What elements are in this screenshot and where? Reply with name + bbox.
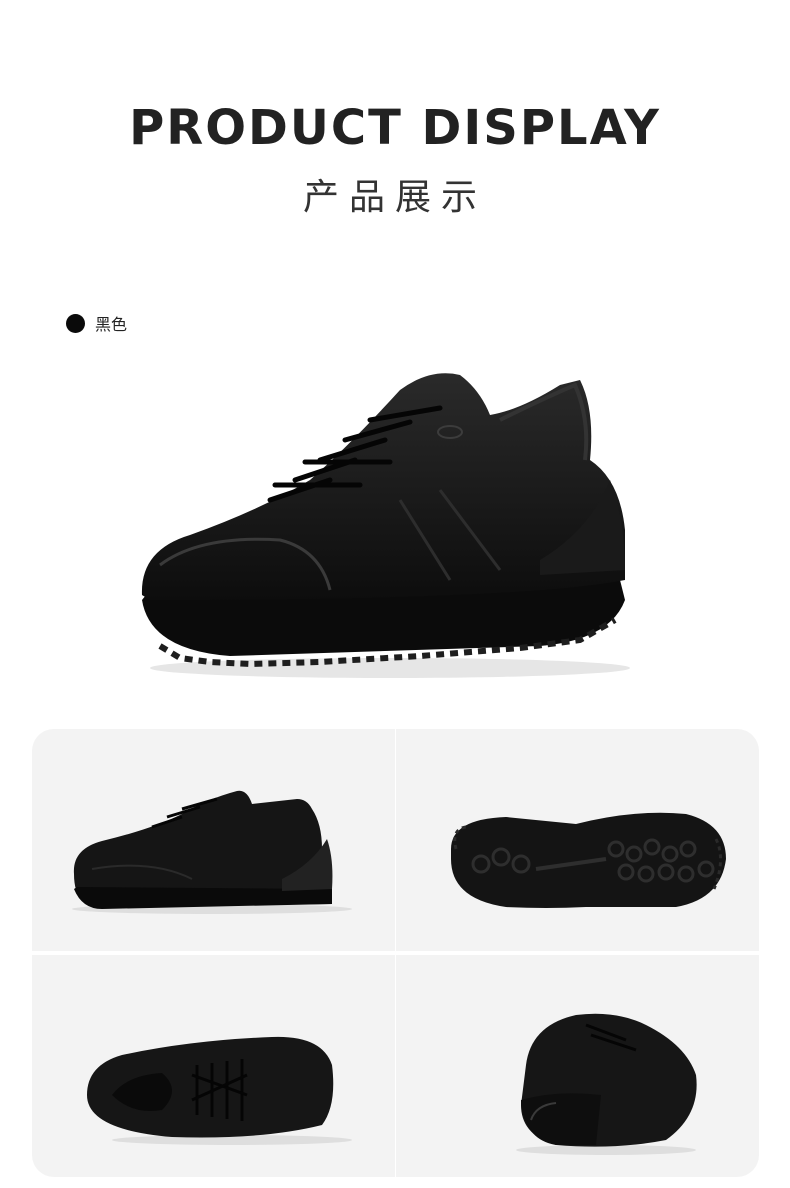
top-view-panel [32, 955, 395, 1177]
detail-views-grid [32, 729, 759, 1177]
shoe-back-icon [516, 1013, 697, 1155]
color-label: 黑色 [95, 315, 128, 334]
color-option[interactable]: 黑色 [66, 311, 127, 335]
sole-view-panel [396, 729, 759, 951]
page-title: PRODUCT DISPLAY [129, 100, 661, 156]
hero-shoe-image [120, 350, 660, 690]
page-subtitle: 产品展示 [302, 177, 487, 218]
shoe-hero-icon [141, 373, 630, 678]
shoe-top-icon [87, 1036, 352, 1145]
back-view-panel [396, 955, 759, 1177]
color-swatch [66, 313, 85, 333]
side-view-panel [32, 729, 395, 951]
shoe-side-icon [72, 790, 352, 914]
shoe-sole-icon [451, 812, 726, 908]
